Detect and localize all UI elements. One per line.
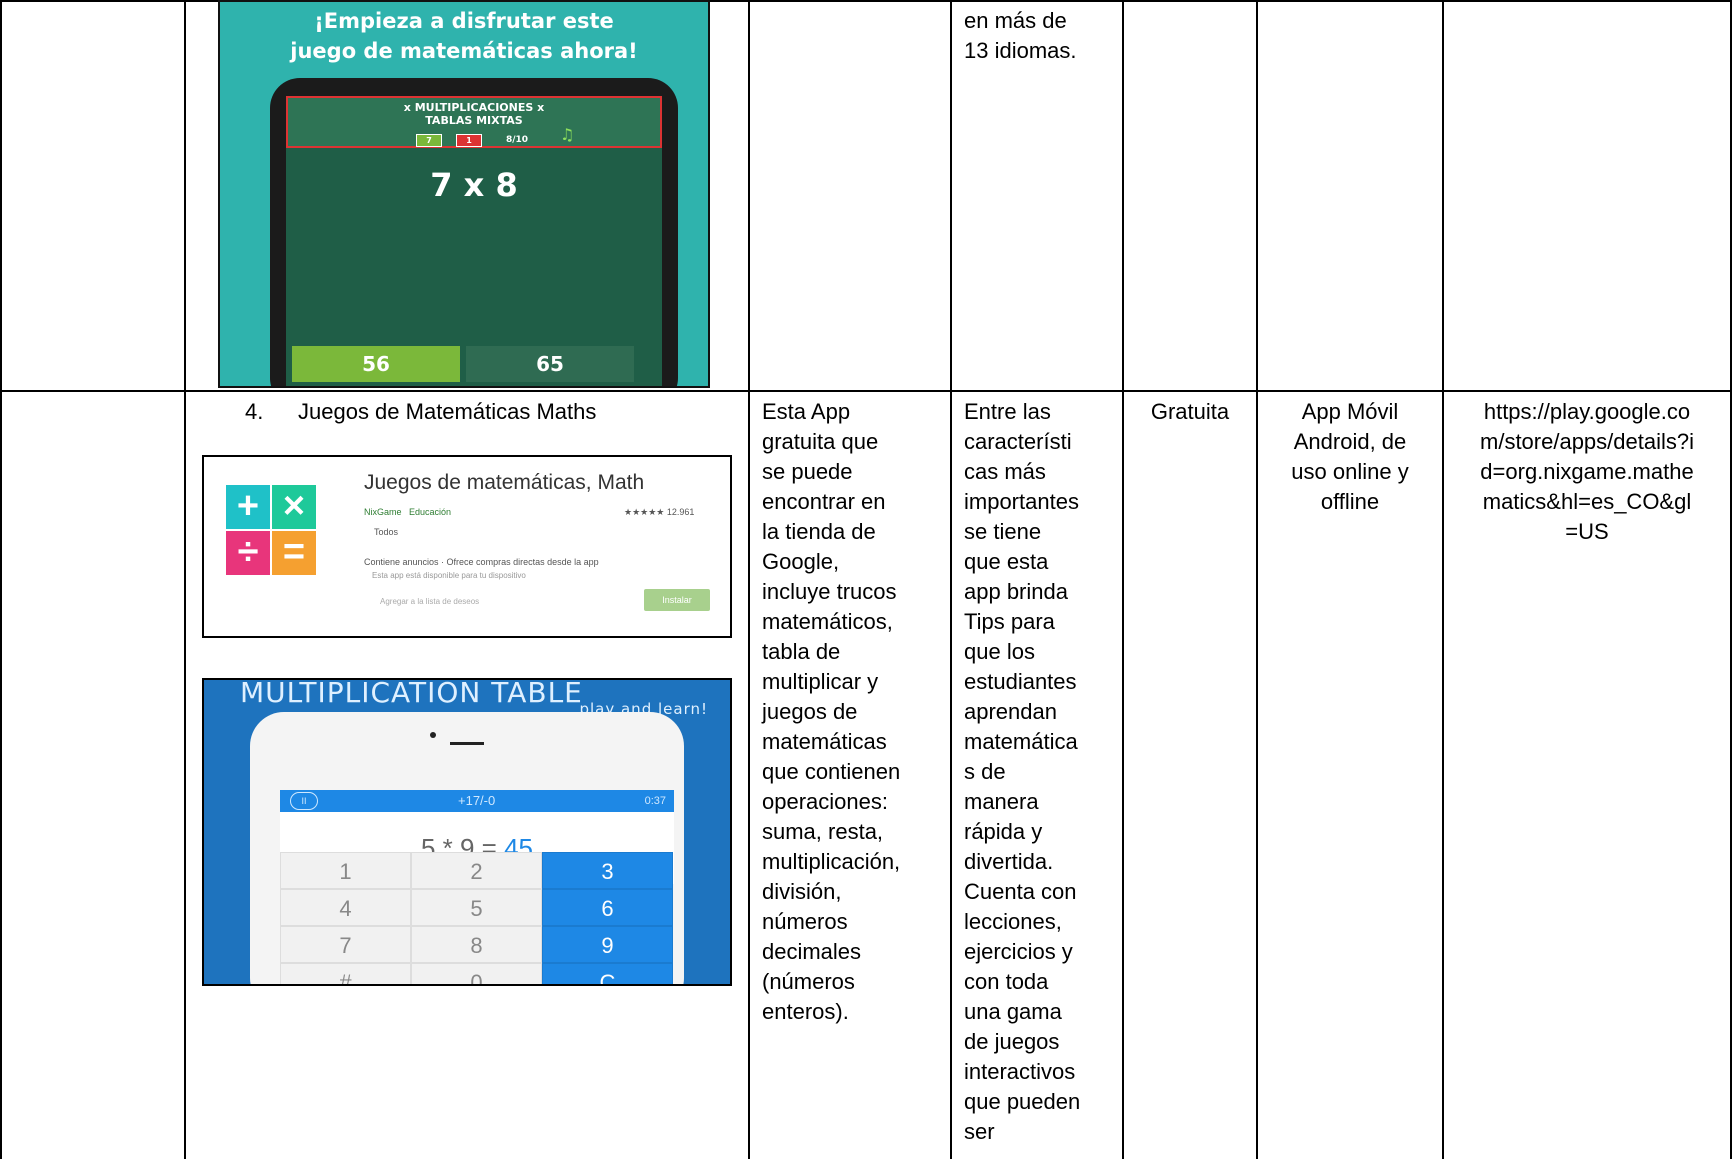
answer-option[interactable]: 58	[292, 386, 460, 388]
equals-icon: =	[272, 531, 316, 575]
key-0[interactable]: 0	[411, 963, 542, 984]
row1-features-text: en más de 13 idiomas.	[964, 8, 1077, 63]
key-7[interactable]: 7	[280, 926, 411, 963]
key-8[interactable]: 8	[411, 926, 542, 963]
play-notice: Contiene anuncios · Ofrece compras direc…	[364, 557, 599, 567]
multiply-icon: ×	[272, 485, 316, 529]
key-9[interactable]: 9	[542, 926, 673, 963]
install-button-label: Instalar	[662, 595, 692, 605]
plus-icon: +	[226, 485, 270, 529]
game-headline: ¡Empieza a disfrutar este juego de matem…	[290, 9, 638, 63]
play-developer: NixGame	[364, 507, 402, 517]
app-title: Juegos de Matemáticas Maths	[298, 399, 597, 424]
column-divider	[1256, 0, 1258, 1159]
app-cost: Gratuita	[1150, 399, 1230, 424]
key-3[interactable]: 3	[542, 852, 673, 889]
app-features: Entre las característi cas más important…	[964, 399, 1081, 1144]
game-screenshot: ¡Empieza a disfrutar este juego de matem…	[218, 0, 710, 388]
column-divider	[1122, 0, 1124, 1159]
play-available: Esta app está disponible para tu disposi…	[372, 571, 526, 580]
game-screen: x MULTIPLICACIONES x TABLAS MIXTAS 7 1 8…	[286, 96, 662, 388]
key-2[interactable]: 2	[411, 852, 542, 889]
column-divider	[748, 0, 750, 1159]
key-4[interactable]: 4	[280, 889, 411, 926]
game-mode-bar: x MULTIPLICACIONES x TABLAS MIXTAS 7 1 8…	[286, 96, 662, 148]
app-link[interactable]: https://play.google.co m/store/apps/deta…	[1444, 397, 1730, 547]
install-button[interactable]: Instalar	[644, 589, 710, 611]
column-divider	[950, 0, 952, 1159]
score-wrong-badge: 1	[456, 134, 482, 147]
game-mode-title: x MULTIPLICACIONES x TABLAS MIXTAS	[403, 101, 545, 127]
app-number: 4.	[245, 399, 264, 424]
column-divider	[184, 0, 186, 1159]
key-6[interactable]: 6	[542, 889, 673, 926]
key-5[interactable]: 5	[411, 889, 542, 926]
mult-title: MULTIPLICATION TABLE	[240, 678, 583, 709]
mult-status-bar: II +17/-0 0:37	[280, 790, 674, 812]
column-divider	[1442, 0, 1444, 1159]
phone-camera-icon	[430, 732, 436, 738]
key-clear[interactable]: C	[542, 963, 673, 984]
play-app-name: Juegos de matemáticas, Math	[364, 471, 645, 494]
mult-score: +17/-0	[458, 793, 496, 808]
play-wishlist[interactable]: Agregar a la lista de deseos	[380, 597, 479, 606]
row-divider	[0, 390, 1732, 392]
google-play-card-screenshot: + × ÷ = Juegos de matemáticas, Math NixG…	[202, 455, 732, 638]
play-rating: ★★★★★ 12.961	[624, 507, 695, 517]
play-category: Educación	[409, 507, 452, 517]
app-type: App Móvil Android, de uso online y offli…	[1291, 399, 1409, 514]
phone-speaker-icon	[450, 742, 484, 745]
multiplication-table-screenshot: MULTIPLICATION TABLE play and learn! II …	[202, 678, 732, 986]
mult-timer: 0:37	[644, 795, 666, 807]
answer-option[interactable]: 67	[466, 386, 634, 388]
answer-option[interactable]: 56	[292, 346, 460, 382]
answer-option[interactable]: 65	[466, 346, 634, 382]
key-1[interactable]: 1	[280, 852, 411, 889]
divide-icon: ÷	[226, 531, 270, 575]
score-correct-badge: 7	[416, 134, 442, 147]
pause-icon[interactable]: II	[290, 792, 318, 810]
phone-frame: x MULTIPLICACIONES x TABLAS MIXTAS 7 1 8…	[270, 78, 678, 388]
game-question: 7 x 8	[430, 166, 518, 204]
table-border-left	[0, 0, 2, 1159]
app-description: Esta App gratuita que se puede encontrar…	[762, 399, 901, 1024]
play-audience: Todos	[374, 527, 399, 537]
key-hash[interactable]: #	[280, 963, 411, 984]
progress-label: 8/10	[506, 135, 529, 145]
music-note-icon: ♫	[560, 125, 575, 144]
